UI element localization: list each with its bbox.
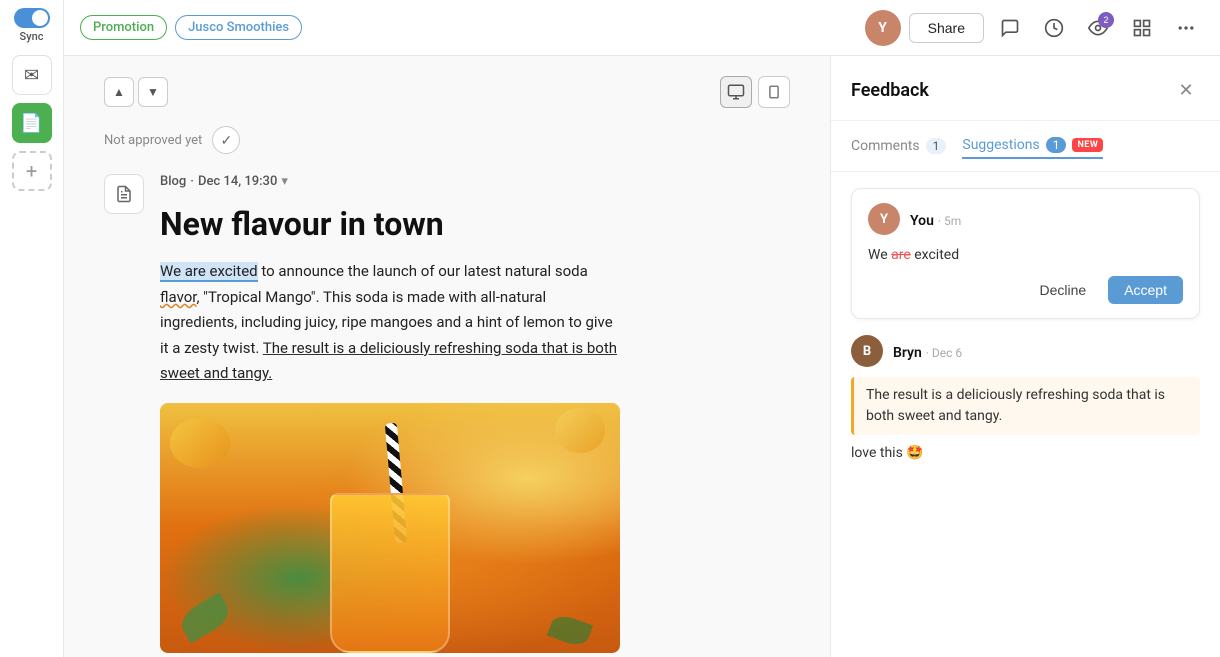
tab-suggestions[interactable]: Suggestions 1 NEW [962, 133, 1103, 159]
eye-icon-btn[interactable]: 2 [1080, 10, 1116, 46]
blog-date: Dec 14, 19:30 [198, 174, 277, 189]
suggestion-time: · 5m [938, 214, 961, 228]
suggestion-header: Y You · 5m [868, 203, 1183, 235]
highlight-text: We are excited [160, 262, 258, 282]
body-text-flavor: flavor [160, 288, 196, 306]
comment-card-bryn: B Bryn · Dec 6 The result is a delicious… [851, 335, 1200, 474]
add-icon-btn[interactable]: + [12, 151, 52, 191]
doc-body: We are excited to announce the launch of… [160, 259, 620, 387]
comment-avatar-bryn: B [851, 335, 883, 367]
body-text-1: to announce the launch of our latest nat… [258, 262, 588, 280]
suggestion-author-info: You · 5m [910, 210, 961, 229]
approve-check-btn[interactable]: ✓ [212, 126, 240, 154]
history-icon-btn[interactable] [1036, 10, 1072, 46]
doc-title: New flavour in town [160, 205, 790, 243]
tab-comments-label: Comments [851, 138, 920, 154]
comment-date-bryn: · Dec 6 [926, 346, 962, 360]
comment-header-bryn: B Bryn · Dec 6 [851, 335, 1200, 367]
editor-toolbar: ▲ ▼ [104, 76, 790, 108]
tab-suggestions-label: Suggestions [962, 137, 1039, 153]
view-desktop-btn[interactable] [720, 76, 752, 108]
user-avatar[interactable]: Y [865, 10, 901, 46]
nav-up-btn[interactable]: ▲ [104, 77, 134, 107]
suggestion-avatar: Y [868, 203, 900, 235]
eye-badge: 2 [1098, 12, 1114, 28]
suggestion-card: Y You · 5m We are excited Decline Accept [851, 188, 1200, 319]
sidebar: Sync ✉ 📄 + [0, 0, 64, 657]
feedback-tabs: Comments 1 Suggestions 1 NEW [831, 121, 1220, 172]
accept-button[interactable]: Accept [1108, 276, 1183, 304]
editor-area: ▲ ▼ Not approved yet ✓ [64, 56, 830, 657]
not-approved-label: Not approved yet [104, 133, 202, 148]
meta-chevron[interactable]: ▾ [281, 174, 288, 189]
tag-jusco[interactable]: Jusco Smoothies [175, 15, 302, 40]
comments-count: 1 [926, 138, 947, 154]
comment-quote: The result is a deliciously refreshing s… [851, 377, 1200, 435]
suggestion-author: You [910, 213, 934, 229]
sync-toggle[interactable] [14, 8, 50, 28]
blog-label: Blog [160, 174, 186, 189]
feedback-body: Y You · 5m We are excited Decline Accept [831, 172, 1220, 657]
suggestion-actions: Decline Accept [868, 276, 1183, 304]
meta-separator: · [190, 174, 194, 189]
sync-toggle-container: Sync [14, 8, 50, 43]
comment-text-bryn: love this 🤩 [851, 443, 1200, 464]
tab-comments[interactable]: Comments 1 [851, 134, 946, 158]
grid-icon-btn[interactable] [1124, 10, 1160, 46]
decline-button[interactable]: Decline [1025, 276, 1100, 304]
nav-down-btn[interactable]: ▼ [138, 77, 168, 107]
chat-icon-btn[interactable] [992, 10, 1028, 46]
doc-image [160, 403, 620, 653]
mail-icon-btn[interactable]: ✉ [12, 55, 52, 95]
comment-author-info-bryn: Bryn · Dec 6 [893, 342, 962, 361]
suggestion-text: We are excited [868, 245, 1183, 266]
tag-promotion[interactable]: Promotion [80, 15, 167, 40]
blog-meta: Blog · Dec 14, 19:30 ▾ [160, 174, 790, 189]
doc-image-inner [160, 403, 620, 653]
more-icon-btn[interactable] [1168, 10, 1204, 46]
content-wrapper: ▲ ▼ Not approved yet ✓ [64, 56, 1220, 657]
nav-arrows: ▲ ▼ [104, 77, 168, 107]
suggestion-del-text: are [891, 247, 911, 263]
document-content: Blog · Dec 14, 19:30 ▾ New flavour in to… [160, 174, 790, 653]
view-mobile-btn[interactable] [758, 76, 790, 108]
doc-icon-btn[interactable]: 📄 [12, 103, 52, 143]
comment-author-bryn: Bryn [893, 345, 922, 361]
share-button[interactable]: Share [909, 13, 984, 43]
doc-type-btn[interactable] [104, 174, 144, 214]
feedback-close-btn[interactable]: ✕ [1172, 76, 1200, 104]
feedback-header: Feedback ✕ [831, 56, 1220, 121]
main-area: Promotion Jusco Smoothies Y Share 2 ▲ [64, 0, 1220, 657]
new-badge: NEW [1072, 138, 1103, 152]
feedback-title: Feedback [851, 80, 929, 101]
topbar: Promotion Jusco Smoothies Y Share 2 [64, 0, 1220, 56]
suggestions-count: 1 [1046, 137, 1067, 153]
sync-label: Sync [20, 30, 44, 43]
feedback-panel: Feedback ✕ Comments 1 Suggestions 1 NEW [830, 56, 1220, 657]
view-toggle [720, 76, 790, 108]
